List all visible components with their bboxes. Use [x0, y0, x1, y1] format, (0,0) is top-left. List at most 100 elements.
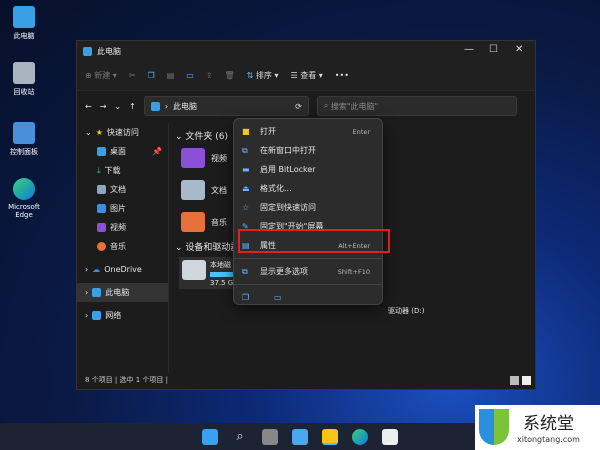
menu-item-format[interactable]: ⏏ 格式化... [234, 179, 382, 198]
computer-icon [92, 288, 102, 297]
label: 文件夹 (6) [185, 132, 229, 142]
paste-icon[interactable]: ▤ [167, 71, 175, 80]
new-label: 新建 [94, 71, 111, 80]
sidebar-item-this-pc[interactable]: › 此电脑 [77, 283, 168, 302]
menu-item-bitlocker[interactable]: ▬ 启用 BitLocker [234, 160, 382, 179]
video-icon [97, 223, 106, 232]
label: 设备和驱动器 [185, 243, 240, 253]
label: 音乐 [110, 242, 126, 251]
edge-icon [13, 178, 35, 200]
music-folder-icon [181, 212, 205, 232]
sidebar-item-videos[interactable]: 视频 [77, 218, 168, 237]
recent-dropdown[interactable]: ⌄ [114, 102, 121, 111]
label: 桌面 [110, 147, 126, 156]
maximize-button[interactable]: ☐ [489, 44, 498, 55]
sidebar-item-music[interactable]: 音乐 [77, 237, 168, 256]
rename-icon[interactable]: ▭ [186, 71, 194, 80]
picture-icon [97, 204, 106, 213]
menu-quick-actions: ❐ ▭ [234, 288, 382, 307]
search-icon[interactable]: ⌕ [232, 429, 248, 445]
more-button[interactable]: ••• [335, 71, 349, 80]
title-bar: 此电脑 — ☐ ✕ [77, 41, 535, 61]
widgets-icon[interactable] [292, 428, 308, 445]
computer-icon [13, 6, 35, 28]
label: 驱动器 (D:) [388, 307, 425, 315]
start-icon[interactable] [202, 428, 218, 445]
sidebar-item-quick-access[interactable]: ⌄ ★ 快速访问 [77, 123, 168, 142]
folder-icon: ■ [242, 127, 250, 136]
sidebar-item-desktop[interactable]: 桌面 📌 [77, 142, 168, 161]
context-menu: ■ 打开 Enter ⧉ 在新窗口中打开 ▬ 启用 BitLocker ⏏ 格式化... … [233, 118, 383, 305]
label: Microsoft Edge [8, 203, 40, 219]
new-button[interactable]: ⊕ 新建 ▾ [85, 70, 117, 81]
status-bar: 8 个项目 | 选中 1 个项目 | [85, 376, 168, 384]
label: 文档 [110, 185, 126, 194]
copy-icon[interactable]: ❐ [148, 71, 155, 80]
more-options-icon: ⧉ [242, 266, 248, 276]
desktop-icon-edge[interactable]: Microsoft Edge [2, 178, 46, 219]
label: 打开 [260, 127, 276, 136]
share-icon[interactable]: ⇪ [206, 71, 213, 80]
format-icon: ⏏ [242, 184, 250, 193]
forward-button[interactable]: → [100, 102, 107, 111]
label: 视频 [110, 223, 126, 232]
label: 此电脑 [105, 288, 130, 297]
label: 音乐 [211, 217, 227, 227]
network-icon [92, 311, 102, 320]
desktop-icon-this-pc[interactable]: 此电脑 [2, 6, 46, 41]
label: 格式化... [260, 184, 292, 193]
refresh-icon[interactable]: ⟳ [295, 102, 302, 111]
up-button[interactable]: ↑ [129, 102, 136, 111]
computer-icon [83, 46, 92, 56]
copy-icon[interactable]: ❐ [242, 293, 252, 302]
new-window-icon: ⧉ [242, 145, 248, 155]
watermark-brand: 系统堂 [523, 414, 574, 434]
delete-icon[interactable]: 🗑 [225, 71, 235, 80]
search-input[interactable]: ⌕ 搜索"此电脑" [316, 96, 517, 116]
shortcut: Shift+F10 [337, 267, 370, 276]
cut-icon[interactable]: ✂ [129, 71, 136, 80]
desktop-icon-recycle-bin[interactable]: 回收站 [2, 62, 46, 97]
pin-icon: 📌 [152, 147, 162, 156]
minimize-button[interactable]: — [464, 44, 474, 55]
menu-item-open-new-window[interactable]: ⧉ 在新窗口中打开 [234, 141, 382, 160]
view-button[interactable]: ☰ 查看 ▾ [290, 70, 322, 81]
edge-icon[interactable] [352, 428, 368, 445]
menu-item-pin-quick-access[interactable]: ☆ 固定到快速访问 [234, 198, 382, 217]
close-button[interactable]: ✕ [515, 44, 523, 55]
label: 启用 BitLocker [260, 165, 316, 174]
watermark-url: xitongtang.com [517, 435, 580, 444]
store-icon[interactable] [382, 428, 398, 445]
download-icon: ⤓ [97, 165, 101, 175]
label: 图片 [110, 204, 126, 213]
document-folder-icon [181, 180, 205, 200]
sort-button[interactable]: ⇅ 排序 ▾ [247, 70, 279, 81]
sidebar-item-pictures[interactable]: 图片 [77, 199, 168, 218]
search-placeholder: 搜索"此电脑" [330, 101, 379, 111]
command-bar: ⊕ 新建 ▾ ✂ ❐ ▤ ▭ ⇪ 🗑 ⇅ 排序 ▾ ☰ 查看 ▾ ••• [77, 61, 535, 91]
file-explorer-icon[interactable] [322, 428, 338, 445]
desktop-icon-control-panel[interactable]: 控制面板 [2, 122, 46, 157]
music-icon [97, 242, 106, 251]
sidebar-item-downloads[interactable]: ⤓ 下载 [77, 161, 168, 180]
menu-item-open[interactable]: ■ 打开 Enter [234, 122, 382, 141]
tiles-view-button[interactable] [522, 376, 531, 385]
watermark-logo: 系统堂 xitongtang.com [475, 405, 600, 450]
back-button[interactable]: ← [85, 102, 92, 111]
label: 网络 [105, 311, 122, 320]
menu-item-more-options[interactable]: ⧉ 显示更多选项 Shift+F10 [234, 262, 382, 281]
label: 回收站 [13, 88, 35, 96]
drive-d[interactable]: 驱动器 (D:) [388, 306, 424, 316]
address-bar[interactable]: › 此电脑 ⟳ [143, 96, 309, 116]
task-view-icon[interactable] [262, 428, 278, 445]
sidebar-item-onedrive[interactable]: › ☁ OneDrive [77, 260, 168, 279]
sidebar-item-network[interactable]: › 网络 [77, 306, 168, 325]
sidebar-item-documents[interactable]: 文档 [77, 180, 168, 199]
label: 快速访问 [106, 128, 139, 137]
shield-icon [479, 409, 509, 445]
label: OneDrive [104, 265, 142, 274]
label: 视频 [211, 153, 227, 163]
details-view-button[interactable] [510, 376, 519, 385]
desktop-icon [97, 147, 106, 156]
rename-icon[interactable]: ▭ [274, 293, 284, 302]
